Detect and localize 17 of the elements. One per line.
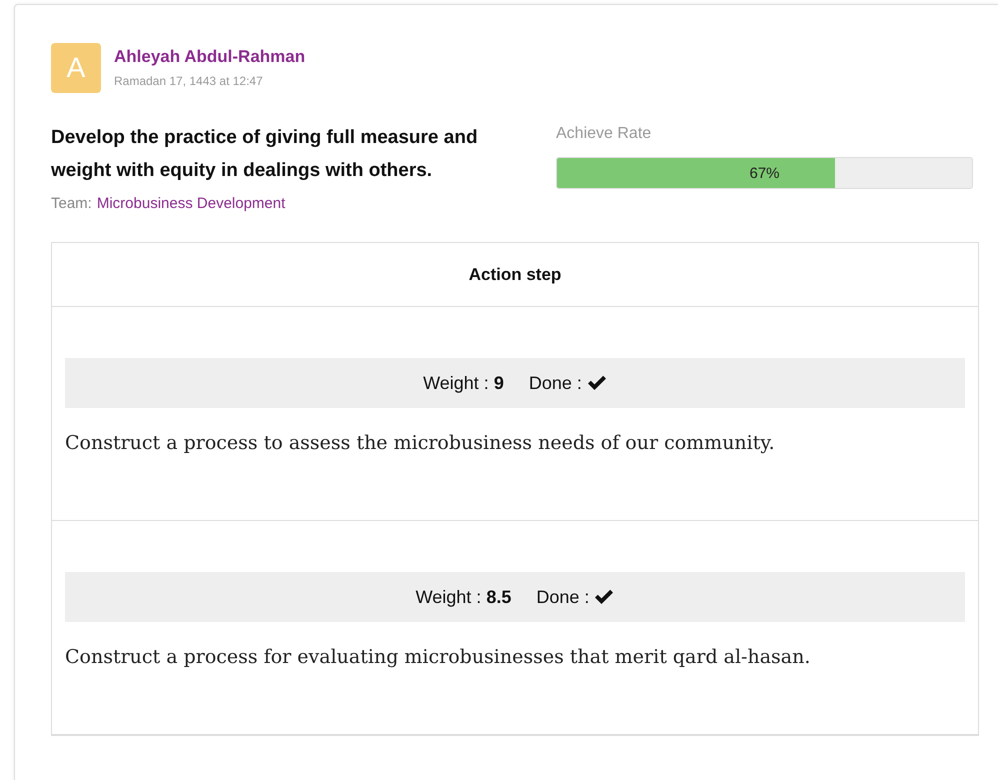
weight-value: 8.5 bbox=[486, 586, 512, 608]
progress-reading: 67% bbox=[748, 164, 781, 184]
done-label: Done : bbox=[536, 586, 590, 608]
team-link[interactable]: Microbusiness Development bbox=[96, 195, 286, 212]
weight-label: Weight : bbox=[423, 372, 489, 394]
done-label: Done : bbox=[528, 372, 582, 394]
action-step-text: Construct a process to assess the microbusiness needs of our community. bbox=[65, 432, 776, 454]
table-header: Action step bbox=[52, 243, 978, 307]
action-step-text: Construct a process for evaluating microbusinesses that merit qard al-hasan. bbox=[65, 646, 812, 668]
avatar: A bbox=[51, 43, 101, 93]
weight-label: Weight : bbox=[416, 586, 482, 608]
post-date: Ramadan 17, 1443 at 12:47 bbox=[114, 74, 264, 88]
achieve-label: Achieve Rate bbox=[556, 125, 652, 143]
author-name[interactable]: Ahleyah Abdul-Rahman bbox=[114, 47, 306, 67]
team-label: Team: bbox=[51, 195, 92, 212]
goal-title: Develop the practice of giving full measure and weight with equity in dealings with others. bbox=[51, 126, 479, 183]
weight-value: 9 bbox=[494, 372, 504, 394]
